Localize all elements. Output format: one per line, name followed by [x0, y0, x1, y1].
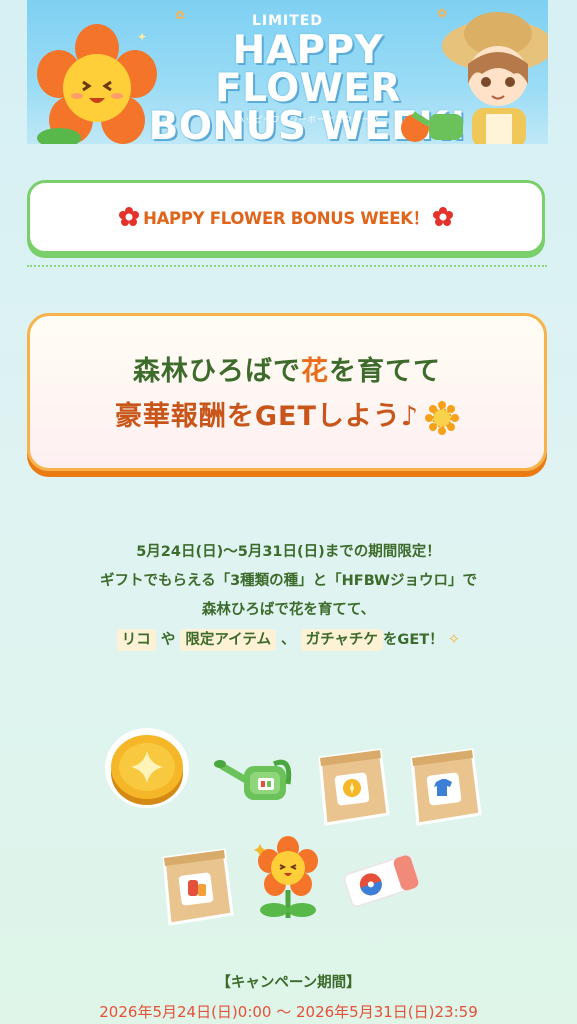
- watering-can-icon: [214, 759, 292, 800]
- watering-can-banner-icon: [401, 111, 463, 142]
- event-banner[interactable]: ✦ ✿ ✿ LIMITED HAPPY FLOWER BONUS WEEK! ハ…: [27, 0, 548, 144]
- description-tail: をGET！: [382, 632, 444, 648]
- event-description: 5月24日(日)〜5月31日(日)までの期間限定！ ギフトでもらえる「3種類の種…: [0, 538, 577, 655]
- description-line1: 5月24日(日)〜5月31日(日)までの期間限定！: [136, 544, 441, 560]
- description-line4: リコ や 限定アイテム 、 ガチャチケ をGET！ ✧: [0, 625, 577, 655]
- description-connector: 、: [281, 632, 296, 648]
- gacha-ticket-icon: [343, 854, 420, 908]
- banner-title-line1: HAPPY FLOWER: [215, 28, 401, 111]
- headline-line2-text: 豪華報酬をGETしよう♪: [114, 401, 420, 432]
- flower-icon: [254, 836, 318, 918]
- description-connector: や: [160, 632, 176, 648]
- description-line3: 森林ひろばで花を育てて、: [201, 602, 376, 618]
- headline-line1-post: を育てて: [329, 356, 441, 387]
- coin-icon: [105, 728, 189, 808]
- red-flower-icon: [119, 207, 140, 226]
- headline-card: 森林ひろばで花を育てて 豪華報酬をGETしよう♪: [27, 313, 547, 471]
- red-flower-icon: [432, 207, 453, 226]
- seed-bag-shirt-icon: [410, 748, 482, 826]
- seed-bag-item-icon: [162, 848, 234, 926]
- event-header-title: HAPPY FLOWER BONUS WEEK！: [143, 209, 429, 228]
- reward-chip-riko: リコ: [116, 629, 156, 651]
- reward-items: [0, 0, 577, 1024]
- reward-chip-gacha-ticket: ガチャチケ: [300, 629, 383, 651]
- event-header-box: HAPPY FLOWER BONUS WEEK！: [27, 180, 545, 254]
- headline-line2: 豪華報酬をGETしよう♪: [30, 394, 544, 435]
- dotted-divider: [27, 265, 547, 267]
- seed-bag-coin-icon: [318, 748, 390, 826]
- headline-accent: 花: [301, 356, 329, 387]
- campaign-period-dates: 2026年5月24日(日)0:00 〜 2026年5月31日(日)23:59: [99, 1003, 478, 1021]
- campaign-period-label: 【キャンペーン期間】: [216, 975, 361, 991]
- sparkle-icon: ✧: [447, 630, 461, 648]
- headline-line1-pre: 森林ひろばで: [133, 356, 301, 387]
- description-line2: ギフトでもらえる「3種類の種」と「HFBWジョウロ」で: [100, 573, 477, 589]
- reward-chip-limited-item: 限定アイテム: [180, 629, 276, 651]
- headline-line1: 森林ひろばで花を育てて: [30, 349, 544, 388]
- sun-flower-icon: [425, 400, 460, 435]
